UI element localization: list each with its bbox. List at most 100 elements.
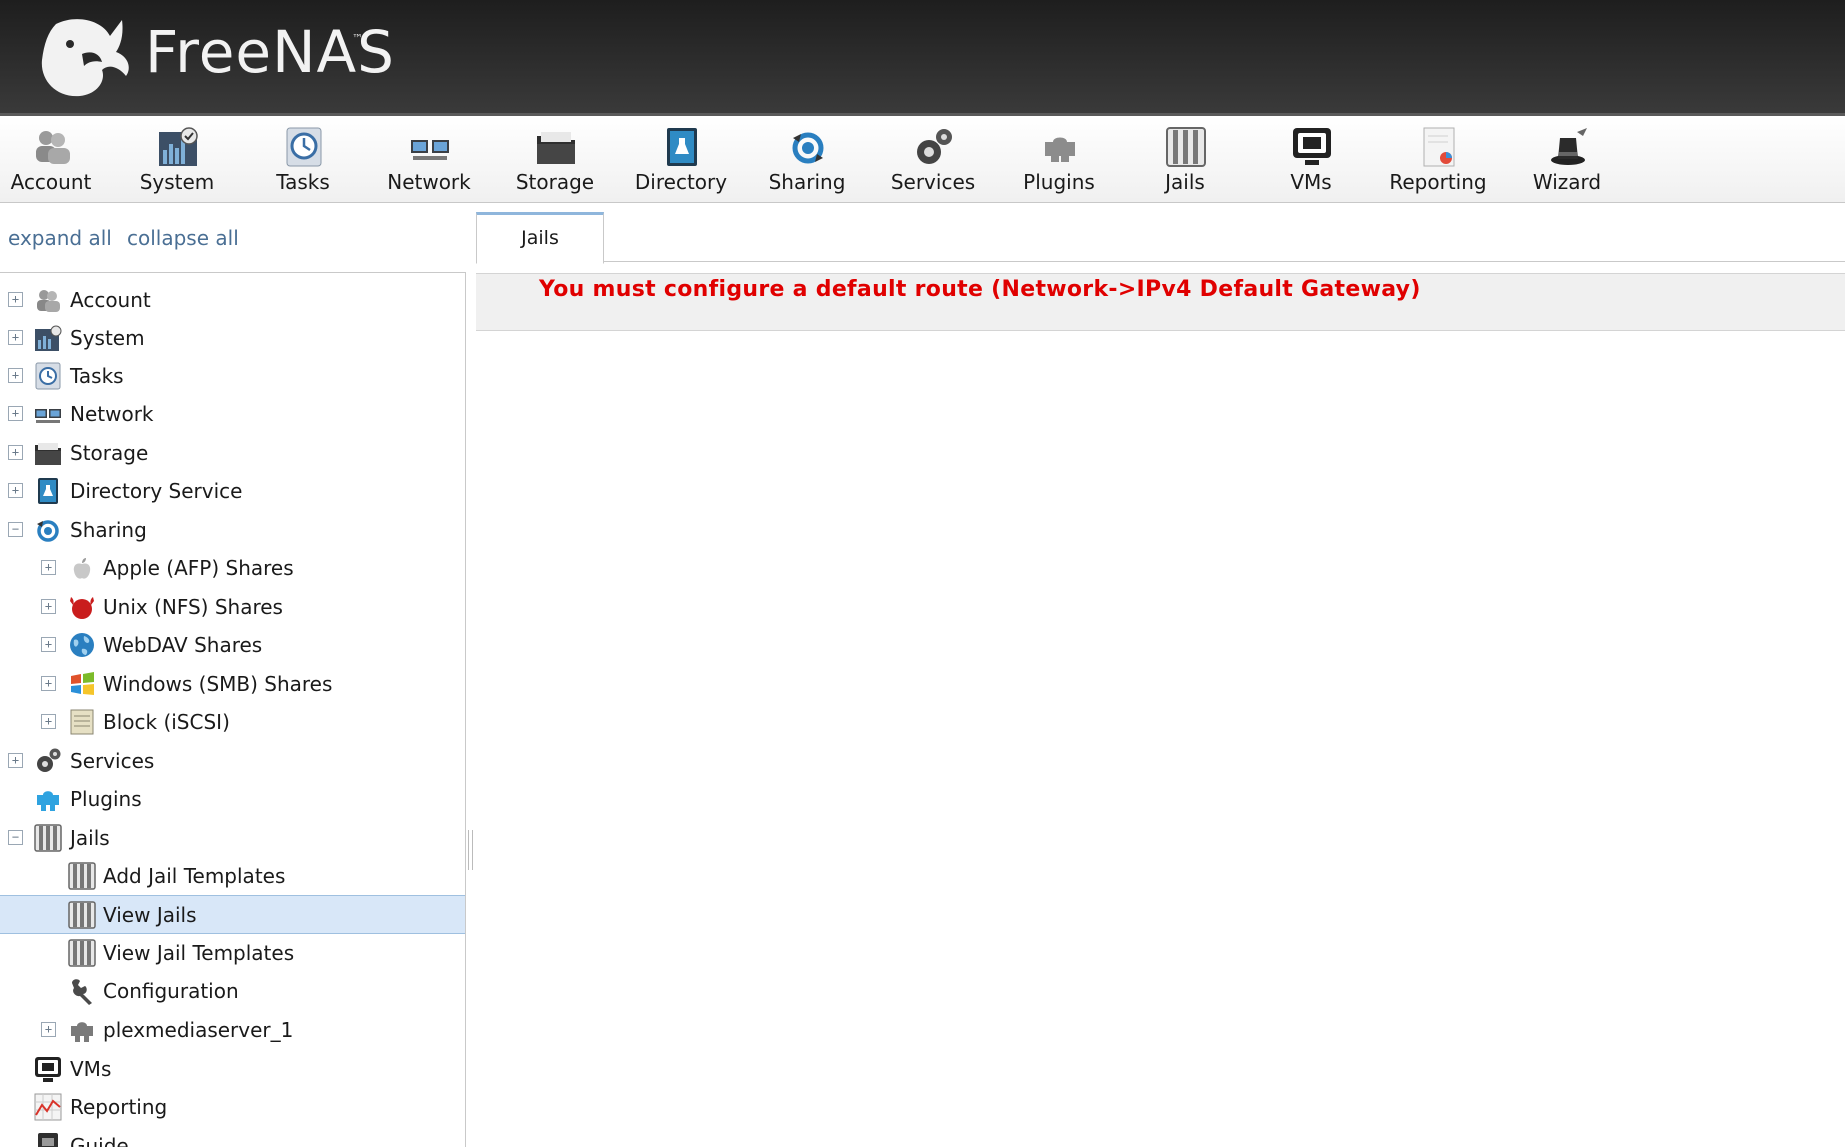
toolbar-jails-button[interactable]: Jails [1125, 116, 1245, 202]
tree-item-network[interactable]: + Network [0, 395, 465, 432]
system-icon [35, 325, 62, 351]
plugin-gray-icon [71, 1022, 93, 1042]
toolbar-label: Plugins [1023, 170, 1095, 194]
tree-item-storage[interactable]: + Storage [0, 434, 465, 471]
toolbar-label: Directory [634, 170, 728, 194]
toolbar-system-button[interactable]: System [117, 116, 237, 202]
services-icon [37, 748, 61, 772]
tree-item-label: View Jails [103, 903, 197, 927]
toolbar-sharing-button[interactable]: Sharing [747, 116, 867, 202]
tree-item-view-jails[interactable]: View Jails [0, 895, 465, 934]
tree-item-add-jail-templates[interactable]: Add Jail Templates [0, 857, 465, 894]
tree-item-label: Block (iSCSI) [103, 710, 230, 734]
tree-item-webdav-shares[interactable]: + WebDAV Shares [0, 626, 465, 663]
toolbar-tasks-button[interactable]: Tasks [243, 116, 363, 202]
tree-item-label: Jails [70, 826, 110, 850]
tree-item-jails[interactable]: − Jails [0, 819, 465, 856]
toolbar-directory-button[interactable]: Directory [621, 116, 741, 202]
tree-item-guide[interactable]: Guide [0, 1127, 465, 1147]
expand-toggle-icon[interactable]: + [8, 330, 23, 345]
tree-expander-bar: expand all collapse all [0, 220, 470, 270]
expand-toggle-icon[interactable]: + [8, 753, 23, 768]
expand-toggle-icon[interactable]: + [8, 292, 23, 307]
tree-item-iscsi[interactable]: + Block (iSCSI) [0, 703, 465, 740]
toolbar-wizard-button[interactable]: Wizard [1507, 116, 1627, 202]
tree-item-vms[interactable]: VMs [0, 1050, 465, 1087]
windows-icon [71, 672, 94, 695]
tree-item-label: WebDAV Shares [103, 633, 263, 657]
panel-splitter-handle[interactable] [468, 830, 473, 870]
tree-item-tasks[interactable]: + Tasks [0, 357, 465, 394]
expand-toggle-icon[interactable]: + [41, 676, 56, 691]
toolbar-label: Wizard [1532, 170, 1602, 194]
tree-item-plugins[interactable]: Plugins [0, 780, 465, 817]
tree-item-services[interactable]: + Services [0, 742, 465, 779]
tree-item-smb-shares[interactable]: + Windows (SMB) Shares [0, 665, 465, 702]
freenas-shark-logo-icon [41, 19, 129, 97]
tree-item-sharing[interactable]: − Sharing [0, 511, 465, 548]
expand-toggle-icon[interactable]: + [41, 560, 56, 575]
expand-toggle-icon[interactable]: + [8, 445, 23, 460]
tree-item-directory-service[interactable]: + Directory Service [0, 472, 465, 509]
tree-item-view-jail-templates[interactable]: View Jail Templates [0, 934, 465, 971]
expand-all-link[interactable]: expand all [8, 226, 112, 250]
expand-toggle-icon[interactable]: + [8, 483, 23, 498]
collapse-toggle-icon[interactable]: − [8, 522, 23, 537]
toolbar-reporting-button[interactable]: Reporting [1378, 116, 1498, 202]
tree-item-label: Sharing [70, 518, 147, 542]
toolbar-network-button[interactable]: Network [369, 116, 489, 202]
block-icon [70, 709, 94, 735]
tab-jails[interactable]: Jails [476, 212, 604, 264]
tree-item-plexmediaserver[interactable]: + plexmediaserver_1 [0, 1011, 465, 1048]
globe-icon [70, 633, 94, 657]
wizard-icon [1551, 128, 1587, 165]
expand-toggle-icon[interactable]: + [41, 1022, 56, 1037]
expand-toggle-icon[interactable]: + [41, 599, 56, 614]
tree-item-label: Unix (NFS) Shares [103, 595, 283, 619]
tree-item-afp-shares[interactable]: + Apple (AFP) Shares [0, 549, 465, 586]
tree-item-label: Services [70, 749, 155, 773]
freebsd-icon [70, 597, 94, 619]
toolbar-label: Network [387, 170, 471, 194]
collapse-all-link[interactable]: collapse all [127, 226, 239, 250]
vms-icon [1293, 128, 1331, 165]
tasks-icon [35, 362, 61, 390]
plugins-icon [1045, 137, 1075, 162]
trademark-mark: ™ [352, 32, 363, 45]
toolbar-storage-button[interactable]: Storage [495, 116, 615, 202]
tree-item-label: Guide [70, 1134, 129, 1147]
tree-item-reporting[interactable]: Reporting [0, 1088, 465, 1125]
network-icon [411, 140, 449, 160]
toolbar-label: VMs [1290, 170, 1332, 194]
expand-toggle-icon[interactable]: + [41, 714, 56, 729]
tree-item-system[interactable]: + System [0, 319, 465, 356]
tree-item-label: Account [70, 288, 151, 312]
directory-icon [667, 128, 697, 166]
tree-item-label: View Jail Templates [103, 941, 295, 965]
sharing-icon [37, 520, 59, 542]
tree-item-label: Tasks [70, 364, 124, 388]
toolbar-label: Sharing [768, 170, 846, 194]
tree-item-nfs-shares[interactable]: + Unix (NFS) Shares [0, 588, 465, 625]
tree-item-label: Add Jail Templates [103, 864, 286, 888]
toolbar-services-button[interactable]: Services [873, 116, 993, 202]
collapse-toggle-icon[interactable]: − [8, 830, 23, 845]
toolbar-plugins-button[interactable]: Plugins [999, 116, 1119, 202]
tree-item-label: Plugins [70, 787, 142, 811]
wrench-icon [72, 979, 92, 1005]
tree-item-label: Configuration [103, 979, 239, 1003]
tree-item-configuration[interactable]: Configuration [0, 972, 465, 1009]
toolbar-label: Storage [515, 170, 595, 194]
tree-item-label: Apple (AFP) Shares [103, 556, 294, 580]
toolbar-vms-button[interactable]: VMs [1251, 116, 1371, 202]
expand-toggle-icon[interactable]: + [8, 406, 23, 421]
toolbar-account-button[interactable]: Account [0, 116, 111, 202]
toolbar-label: Tasks [276, 170, 330, 194]
expand-toggle-icon[interactable]: + [8, 368, 23, 383]
content-tab-strip: Jails [476, 212, 1845, 264]
default-route-warning: You must configure a default route (Netw… [539, 277, 1421, 302]
tree-item-account[interactable]: + Account [0, 281, 465, 318]
tree-item-label: Windows (SMB) Shares [103, 672, 333, 696]
sharing-icon [792, 132, 824, 164]
expand-toggle-icon[interactable]: + [41, 637, 56, 652]
